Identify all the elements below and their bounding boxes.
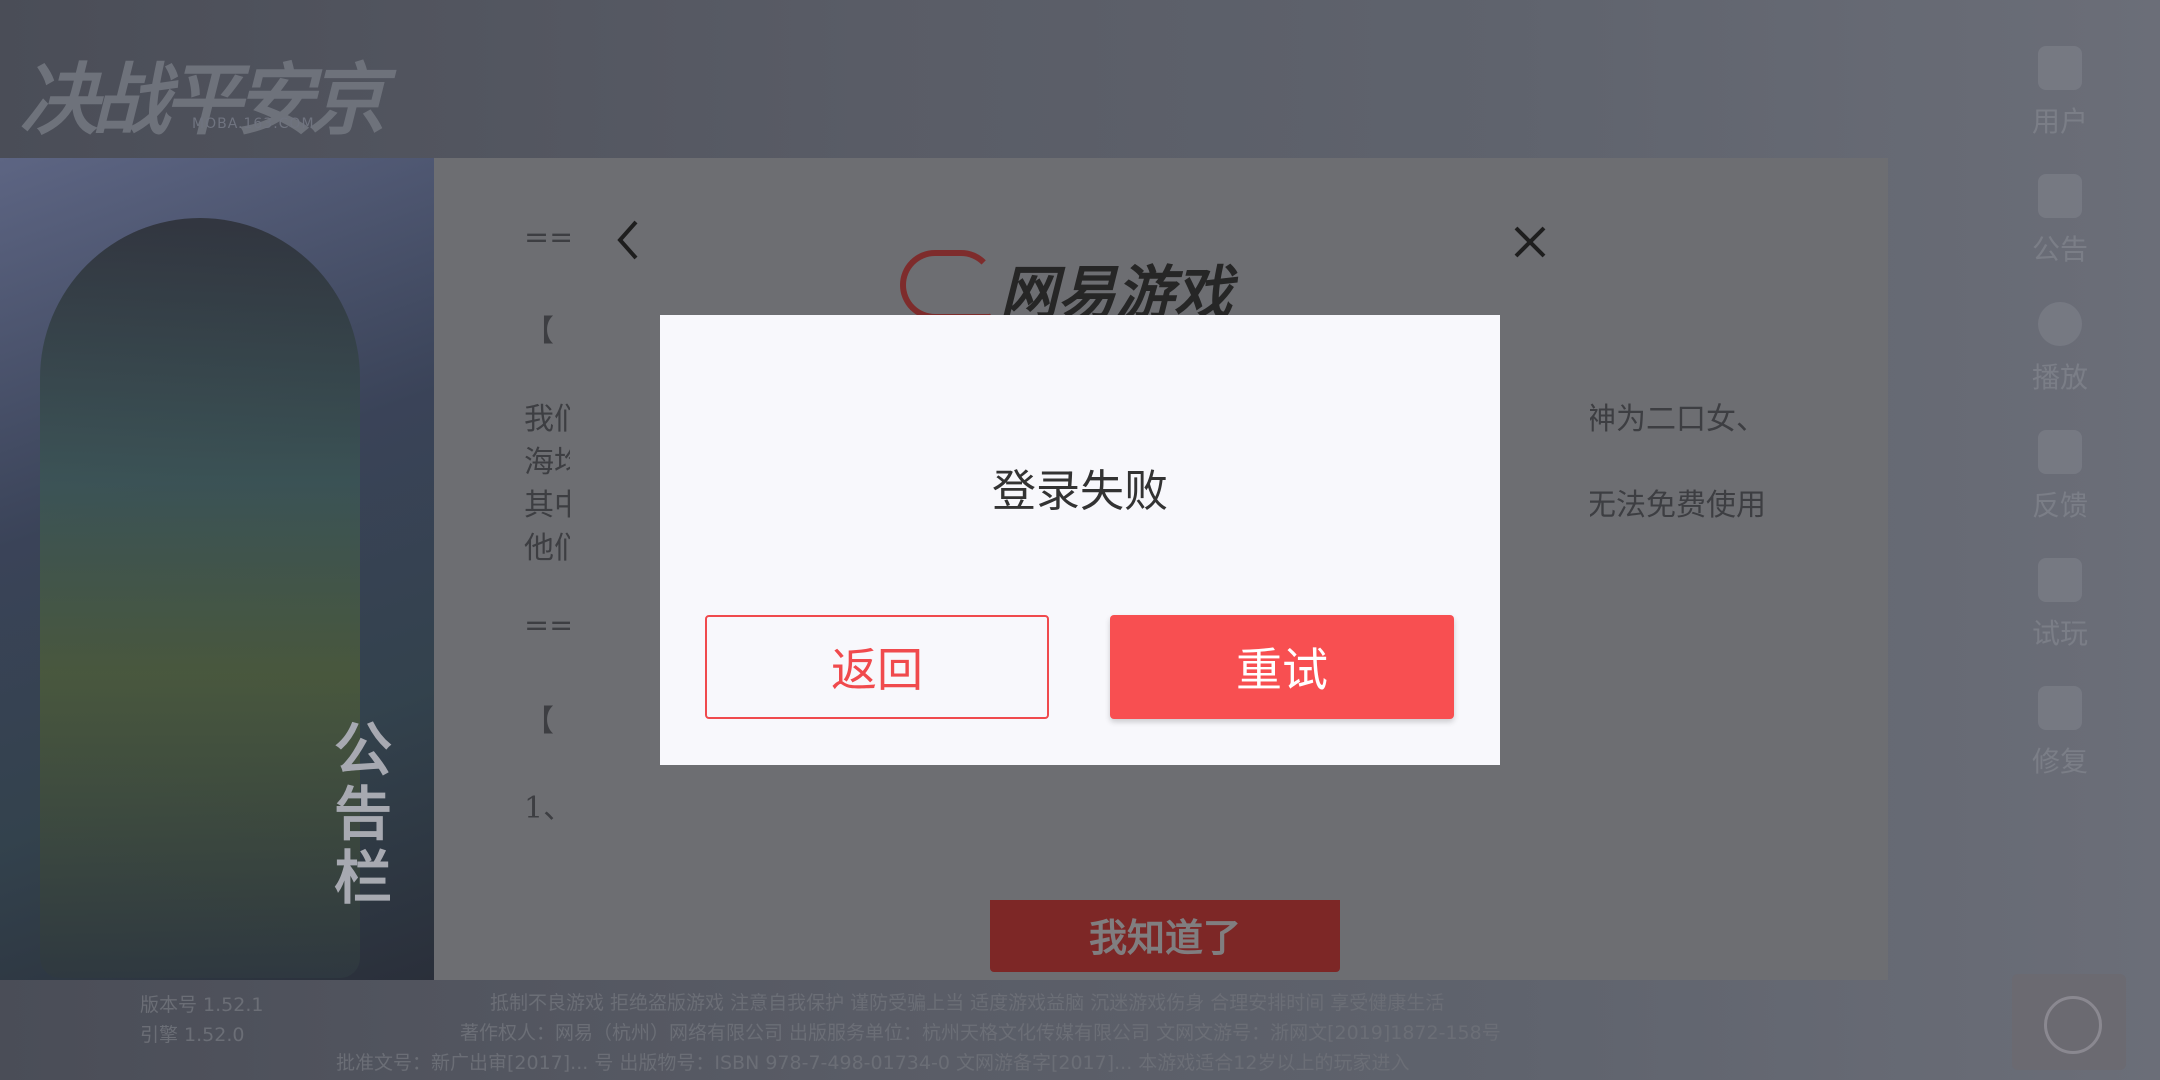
notice-line: 1、 xyxy=(524,791,574,826)
footer-line: 抵制不良游戏 拒绝盗版游戏 注意自我保护 谨防受骗上当 适度游戏益脑 沉迷游戏伤… xyxy=(490,992,1445,1014)
side-item-label: 试玩 xyxy=(2031,617,2088,650)
notice-line: 神为二口女、 xyxy=(1586,402,1766,437)
side-item-label: 反馈 xyxy=(2031,489,2088,522)
login-failed-dialog: 登录失败 返回 重试 xyxy=(660,315,1500,765)
notice-line: == xyxy=(524,608,575,643)
film-reel-icon xyxy=(2038,302,2082,346)
footer-line: 著作权人：网易（杭州）网络有限公司 出版服务单位：杭州天格文化传媒有限公司 文网… xyxy=(460,1022,1501,1044)
notice-board-vertical-title: 公告栏 xyxy=(334,716,393,912)
engine-version-text: 引擎 1.52.0 xyxy=(140,1024,245,1046)
back-button[interactable] xyxy=(610,218,650,262)
edit-icon xyxy=(2038,430,2082,474)
side-item-play[interactable]: 播放 xyxy=(2018,296,2102,424)
side-item-label: 用户 xyxy=(2031,105,2088,138)
side-item-label: 公告 xyxy=(2031,233,2088,266)
game-logo-text: 决战平安京 xyxy=(20,56,386,146)
notice-line: == xyxy=(524,220,575,255)
notice-line: 【 xyxy=(524,704,554,739)
notice-line: 无法免费使用 xyxy=(1586,488,1766,523)
footer-line: 批准文号：新广出审[2017]... 号 出版物号：ISBN 978-7-498… xyxy=(336,1052,1410,1074)
netease-logo-icon xyxy=(900,250,996,320)
notice-icon xyxy=(2038,174,2082,218)
netease-games-logo: 网易游戏 xyxy=(900,246,1260,327)
hero-artwork: 公告栏 xyxy=(0,158,434,980)
retry-button[interactable]: 重试 xyxy=(1110,615,1454,719)
game-logo-subtext: MOBA.163.COM xyxy=(192,116,315,132)
monitor-icon xyxy=(2038,558,2082,602)
side-item-trial[interactable]: 试玩 xyxy=(2018,552,2102,680)
game-logo: 决战平安京 MOBA.163.COM xyxy=(20,38,390,146)
wrench-icon xyxy=(2038,686,2082,730)
back-dialog-button[interactable]: 返回 xyxy=(705,615,1049,719)
side-item-label: 播放 xyxy=(2031,361,2088,394)
side-item-repair[interactable]: 修复 xyxy=(2018,680,2102,808)
side-item-user[interactable]: 用户 xyxy=(2018,40,2102,168)
side-item-label: 修复 xyxy=(2031,745,2088,778)
close-button[interactable] xyxy=(1510,222,1550,262)
user-icon xyxy=(2038,46,2082,90)
version-text: 版本号 1.52.1 xyxy=(140,994,264,1016)
close-icon xyxy=(1514,226,1546,258)
side-menu: 用户 公告 播放 反馈 试玩 修复 xyxy=(2018,40,2102,808)
hero-figure xyxy=(40,218,360,978)
dialog-title: 登录失败 xyxy=(992,466,1168,517)
notice-line: 【 xyxy=(524,314,554,349)
footer-credits: 版本号 1.52.1 引擎 1.52.0 抵制不良游戏 拒绝盗版游戏 注意自我保… xyxy=(0,984,2160,1080)
side-item-notice[interactable]: 公告 xyxy=(2018,168,2102,296)
side-item-feedback[interactable]: 反馈 xyxy=(2018,424,2102,552)
chevron-left-icon xyxy=(617,220,638,260)
acknowledge-button[interactable]: 我知道了 xyxy=(990,896,1340,972)
